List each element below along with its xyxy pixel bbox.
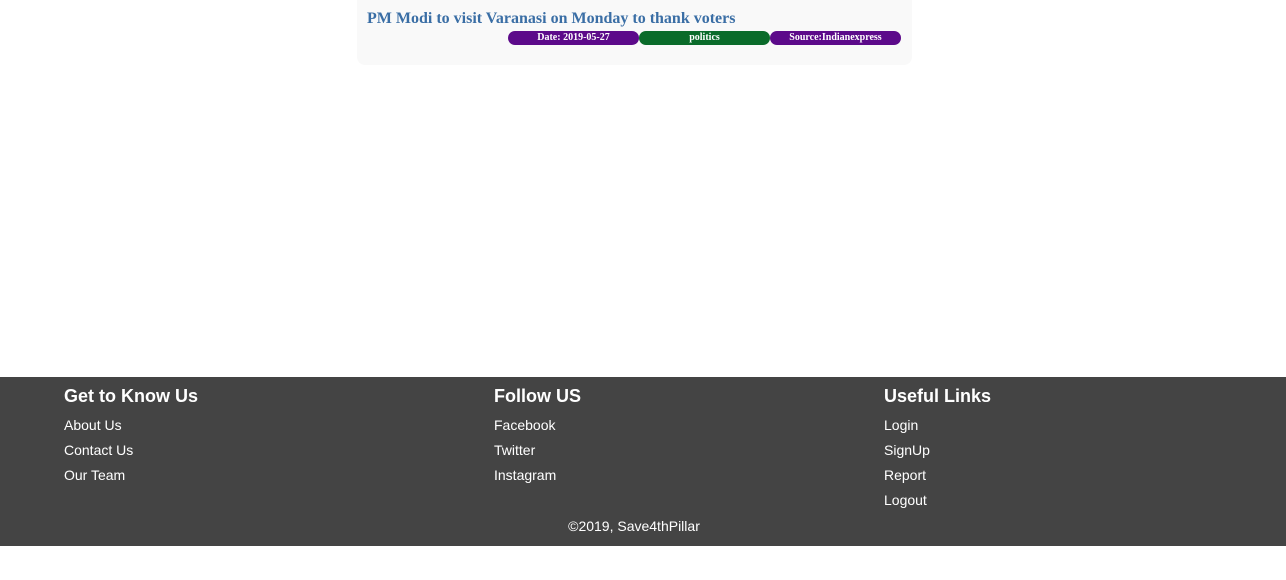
footer-heading-useful-links: Useful Links (884, 386, 992, 406)
news-title-link[interactable]: PM Modi to visit Varanasi on Monday to t… (367, 10, 735, 28)
date-badge: Date: 2019-05-27 (508, 31, 639, 45)
signup-link[interactable]: SignUp (884, 442, 930, 458)
footer-item: Login (884, 413, 991, 438)
facebook-link[interactable]: Facebook (494, 417, 555, 433)
contact-us-link[interactable]: Contact Us (64, 442, 133, 458)
about-us-link[interactable]: About Us (64, 417, 122, 433)
footer-item: Contact Us (64, 438, 198, 463)
footer-item: About Us (64, 413, 198, 438)
login-link[interactable]: Login (884, 417, 918, 433)
footer-links-get-to-know-us: About Us Contact Us Our Team (64, 413, 198, 488)
footer-item: Instagram (494, 463, 581, 488)
source-badge[interactable]: Source:Indianexpress (770, 31, 901, 45)
our-team-link[interactable]: Our Team (64, 467, 125, 483)
site-footer: Get to Know Us About Us Contact Us Our T… (0, 377, 1286, 546)
copyright-text: ©2019, Save4thPillar (568, 518, 700, 534)
twitter-link[interactable]: Twitter (494, 442, 535, 458)
footer-column-get-to-know-us: Get to Know Us About Us Contact Us Our T… (64, 385, 198, 488)
page: PM Modi to visit Varanasi on Monday to t… (0, 0, 1286, 580)
footer-links-follow-us: Facebook Twitter Instagram (494, 413, 581, 488)
report-link[interactable]: Report (884, 467, 926, 483)
footer-item: Logout (884, 488, 991, 513)
category-badge[interactable]: politics (639, 31, 770, 45)
logout-link[interactable]: Logout (884, 492, 927, 508)
news-card: PM Modi to visit Varanasi on Monday to t… (357, 0, 912, 65)
footer-item: Twitter (494, 438, 581, 463)
footer-column-follow-us: Follow US Facebook Twitter Instagram (494, 385, 581, 488)
footer-item: Report (884, 463, 991, 488)
footer-item: Facebook (494, 413, 581, 438)
news-badges: Date: 2019-05-27 politics Source:Indiane… (508, 31, 901, 45)
footer-heading-follow-us: Follow US (494, 386, 581, 406)
footer-heading-get-to-know-us: Get to Know Us (64, 386, 198, 406)
footer-column-useful-links: Useful Links Login SignUp Report Logout (884, 385, 991, 513)
instagram-link[interactable]: Instagram (494, 467, 556, 483)
footer-item: Our Team (64, 463, 198, 488)
footer-links-useful-links: Login SignUp Report Logout (884, 413, 991, 513)
footer-item: SignUp (884, 438, 991, 463)
